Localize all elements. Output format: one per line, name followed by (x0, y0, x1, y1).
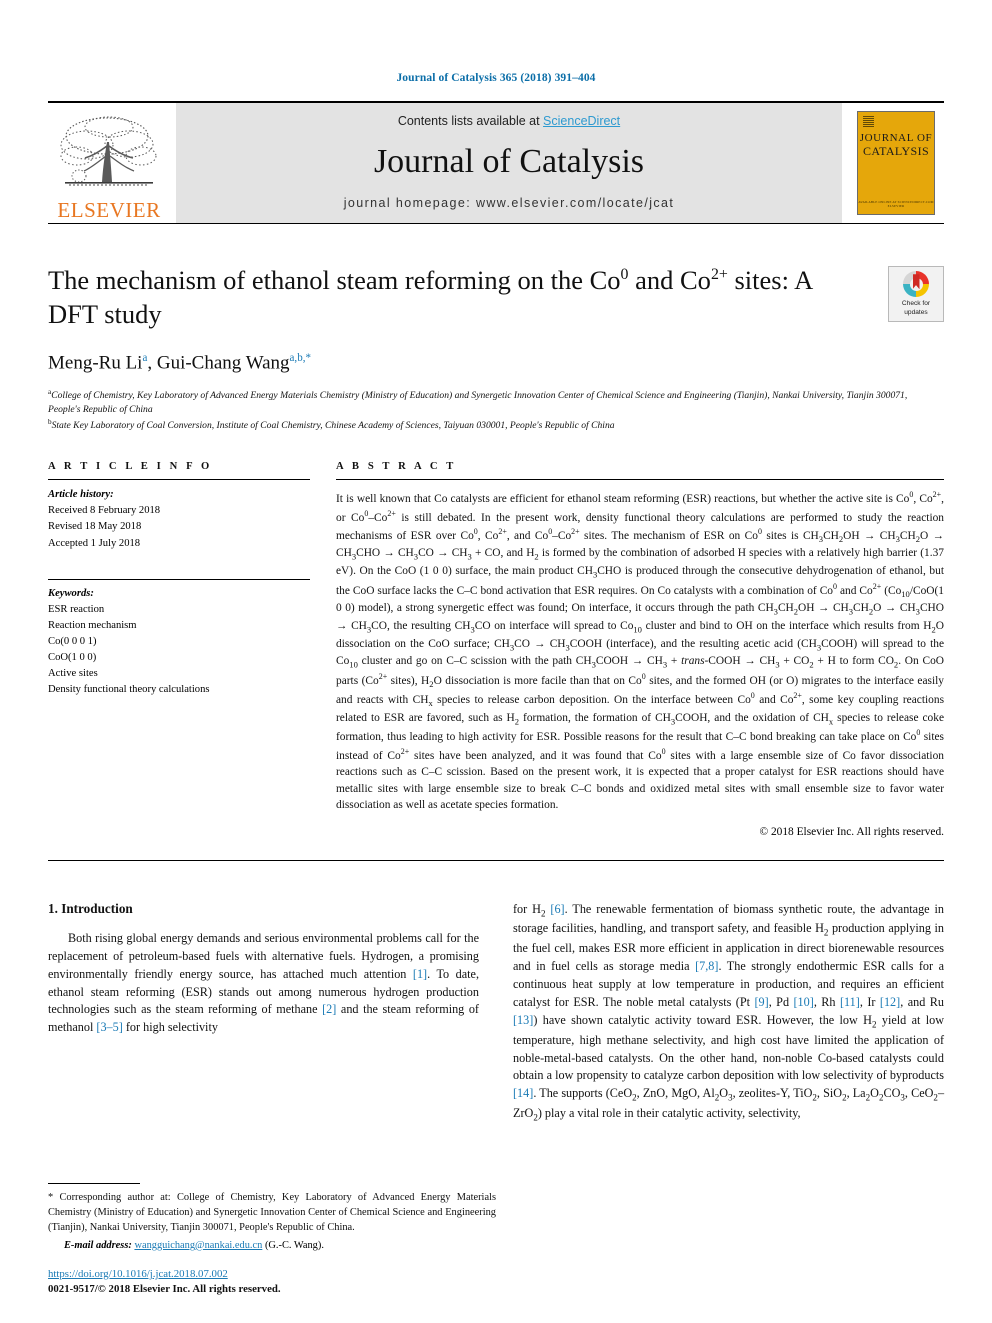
paper-page: Journal of Catalysis 365 (2018) 391–404 (0, 0, 992, 1323)
citation-ref[interactable]: [1] (413, 967, 427, 981)
keywords-block: Keywords: ESR reaction Reaction mechanis… (48, 578, 310, 699)
footnote-block: * Corresponding author at: College of Ch… (48, 1182, 496, 1297)
keywords-list: Keywords: ESR reaction Reaction mechanis… (48, 586, 310, 699)
email-suffix: (G.-C. Wang). (264, 1239, 324, 1251)
crossmark-ring-icon (903, 271, 929, 298)
title-superscript-2: 2+ (710, 266, 728, 284)
keyword-item: Active sites (48, 668, 98, 680)
citation-ref[interactable]: [13] (513, 1013, 533, 1027)
crossmark-label-line2: updates (904, 308, 928, 316)
cover-image: JOURNAL OF CATALYSIS AVAILABLE ONLINE AT… (857, 111, 935, 215)
journal-cover-thumbnail[interactable]: JOURNAL OF CATALYSIS AVAILABLE ONLINE AT… (848, 103, 944, 223)
email-footnote: E-mail address: wangguichang@nankai.edu.… (48, 1240, 496, 1251)
body-column-left: 1. Introduction Both rising global energ… (48, 901, 479, 1125)
keyword-item: Density functional theory calculations (48, 684, 210, 696)
journal-title: Journal of Catalysis (373, 143, 645, 180)
cover-footer: AVAILABLE ONLINE AT SCIENCEDIRECT.COM EL… (858, 200, 934, 208)
citation-ref[interactable]: [12] (880, 995, 900, 1009)
history-item-revised: Revised 18 May 2018 (48, 521, 142, 533)
author-email-link[interactable]: wangguichang@nankai.edu.cn (134, 1240, 262, 1251)
abstract-column: A B S T R A C T It is well known that Co… (336, 461, 945, 838)
abstract-copyright: © 2018 Elsevier Inc. All rights reserved… (759, 825, 944, 838)
author-2-affil-marker[interactable]: a,b,* (290, 352, 311, 364)
section-heading-introduction: 1. Introduction (48, 900, 133, 916)
elsevier-logo: ELSEVIER (48, 103, 170, 223)
author-1: Meng-Ru Li (48, 352, 143, 374)
author-list: Meng-Ru Lia, Gui-Chang Wanga,b,* (48, 352, 944, 374)
crossmark-label-line1: Check for (901, 300, 931, 308)
affiliations: aCollege of Chemistry, Key Laboratory of… (48, 387, 928, 433)
abstract-bottom-rule (48, 859, 944, 861)
journal-homepage[interactable]: journal homepage: www.elsevier.com/locat… (344, 196, 675, 210)
cover-title-line2: CATALYSIS (862, 144, 930, 158)
history-item-received: Received 8 February 2018 (48, 505, 161, 517)
abstract-heading: A B S T R A C T (336, 461, 457, 473)
footnote-rule (48, 1182, 140, 1184)
article-history: Article history: Received 8 February 201… (48, 487, 310, 551)
footnote-star: * (48, 1191, 54, 1203)
crossmark-flag-icon (912, 274, 920, 290)
keyword-item: Co(0 0 0 1) (48, 635, 97, 647)
citation-ref[interactable]: [10] (794, 995, 814, 1009)
keywords-label: Keywords: (48, 587, 94, 599)
corresponding-author-star: * (305, 351, 311, 364)
keyword-item: Reaction mechanism (48, 619, 137, 631)
email-label: E-mail address: (64, 1239, 132, 1251)
history-item-accepted: Accepted 1 July 2018 (48, 537, 141, 549)
footnote-text: Corresponding author at: College of Chem… (48, 1191, 496, 1233)
issn-copyright-line: 0021-9517/© 2018 Elsevier Inc. All right… (48, 1282, 281, 1295)
cover-title-line1: JOURNAL OF (859, 132, 933, 144)
cover-elsevier-mark-icon (863, 116, 874, 127)
abstract-text: It is well known that Co catalysts are e… (336, 490, 945, 812)
article-info-rule-top (48, 479, 310, 481)
intro-paragraph-left: Both rising global energy demands and se… (48, 930, 480, 1035)
info-abstract-section: A R T I C L E I N F O Article history: R… (48, 461, 945, 838)
intro-paragraph-right: for H2 [6]. The renewable fermentation o… (513, 901, 945, 1123)
publication-footer: https://doi.org/10.1016/j.jcat.2018.07.0… (48, 1267, 496, 1297)
body-column-right: for H2 [6]. The renewable fermentation o… (513, 901, 944, 1125)
citation-ref[interactable]: [3–5] (96, 1020, 122, 1034)
doi-link[interactable]: https://doi.org/10.1016/j.jcat.2018.07.0… (48, 1268, 228, 1280)
journal-masthead: ELSEVIER Contents lists available at Sci… (48, 101, 944, 223)
citation-ref[interactable]: [11] (840, 995, 860, 1009)
affiliation-a-text: College of Chemistry, Key Laboratory of … (48, 390, 908, 416)
keywords-rule (48, 578, 310, 580)
masthead-center: Contents lists available at ScienceDirec… (176, 103, 842, 223)
title-block: The mechanism of ethanol steam reforming… (48, 264, 944, 433)
article-history-label: Article history: (48, 489, 114, 501)
citation-ref[interactable]: [2] (322, 1002, 336, 1016)
keyword-item: ESR reaction (48, 603, 105, 615)
keyword-item: CoO(1 0 0) (48, 651, 97, 663)
running-head: Journal of Catalysis 365 (2018) 391–404 (396, 72, 596, 84)
abstract-rule-top (336, 479, 944, 481)
affiliation-b-text: State Key Laboratory of Coal Conversion,… (51, 420, 615, 432)
masthead-bottom-rule (48, 223, 944, 224)
elsevier-tree-icon (57, 112, 161, 200)
title-part-1: The mechanism of ethanol steam reforming… (48, 265, 621, 295)
cover-footer-line2: ELSEVIER (887, 204, 905, 208)
contents-prefix: Contents lists available at (397, 114, 544, 128)
citation-ref[interactable]: [14] (513, 1086, 533, 1100)
body-columns: 1. Introduction Both rising global energ… (48, 901, 944, 1125)
sciencedirect-link[interactable]: ScienceDirect (543, 114, 620, 128)
article-info-column: A R T I C L E I N F O Article history: R… (48, 461, 310, 837)
affiliation-a: aCollege of Chemistry, Key Laboratory of… (48, 387, 928, 417)
page-title: The mechanism of ethanol steam reforming… (48, 264, 838, 332)
crossmark-badge[interactable]: Check for updates (888, 266, 944, 322)
elsevier-wordmark: ELSEVIER (57, 198, 161, 222)
citation-ref[interactable]: [7,8] (695, 959, 718, 973)
contents-lists-line: Contents lists available at ScienceDirec… (398, 114, 620, 128)
author-separator: , Gui-Chang Wang (147, 352, 290, 374)
title-superscript-1: 0 (620, 266, 629, 284)
corresponding-author-footnote: * Corresponding author at: College of Ch… (48, 1190, 496, 1235)
title-part-2: and Co (628, 265, 711, 295)
citation-ref[interactable]: [9] (754, 995, 768, 1009)
article-info-heading: A R T I C L E I N F O (48, 461, 213, 473)
citation-ref[interactable]: [6] (550, 902, 564, 916)
crossmark-label: Check for updates (902, 300, 930, 316)
affiliation-b: bState Key Laboratory of Coal Conversion… (48, 417, 928, 433)
